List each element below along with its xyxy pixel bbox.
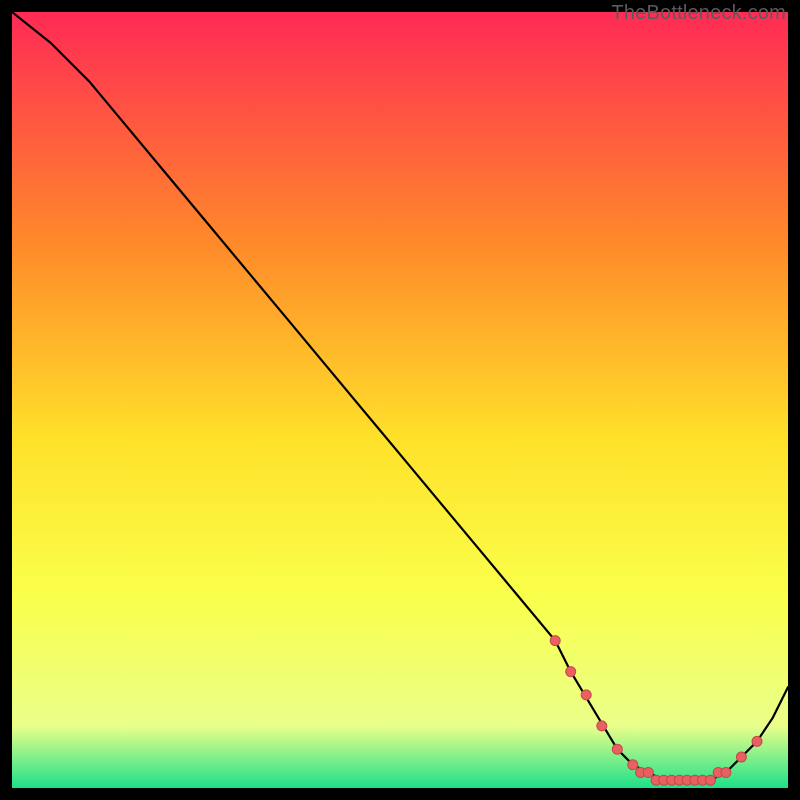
plot-area — [12, 12, 788, 788]
curve-marker — [612, 744, 622, 754]
curve-marker — [643, 768, 653, 778]
watermark-text: TheBottleneck.com — [611, 2, 786, 25]
curve-marker — [566, 667, 576, 677]
curve-marker — [628, 760, 638, 770]
curve-marker — [752, 736, 762, 746]
curve-marker — [705, 775, 715, 785]
chart-svg — [12, 12, 788, 788]
curve-marker — [597, 721, 607, 731]
curve-marker — [721, 768, 731, 778]
curve-marker — [550, 636, 560, 646]
curve-marker — [736, 752, 746, 762]
chart-container: TheBottleneck.com — [0, 0, 800, 800]
curve-marker — [581, 690, 591, 700]
